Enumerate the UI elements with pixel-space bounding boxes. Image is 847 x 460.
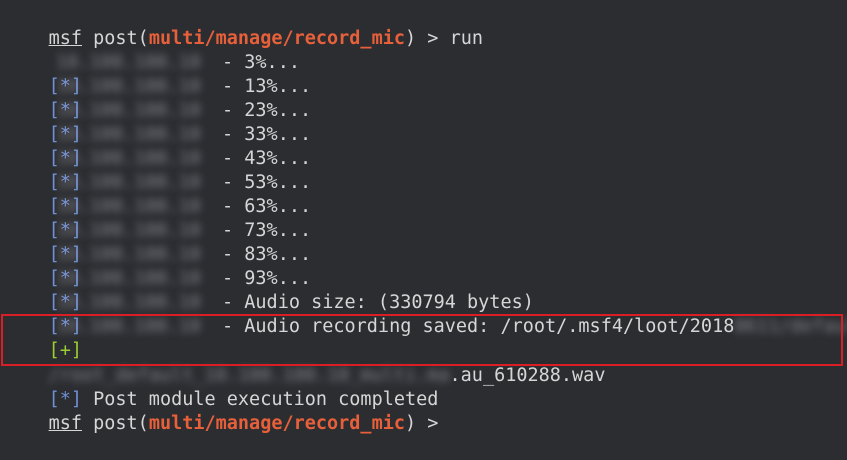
progress-text: - 83%... — [222, 244, 312, 265]
output-line: [*] 10.100.100.10 - 33%... — [4, 123, 312, 169]
prompt-line-final[interactable]: msf post(multi/manage/record_mic) > — [4, 388, 450, 434]
blurred-host: 10.100.100.10 — [56, 220, 201, 241]
prompt-post-open: post( — [81, 413, 149, 434]
progress-text: - 23%... — [222, 100, 312, 121]
blurred-host: 10.100.100.10 — [56, 268, 201, 289]
progress-text: - 53%... — [222, 172, 312, 193]
output-line: [*] 10.100.100.10 - 83%... — [4, 243, 312, 289]
blurred-host: 10.100.100.10 — [56, 172, 201, 193]
output-line: [*] 10.100.100.10 - 23%... — [4, 99, 312, 145]
output-line: [*] 10.100.100.10 - 13%... — [4, 75, 312, 121]
progress-text: - 43%... — [222, 148, 312, 169]
progress-text: - 33%... — [222, 124, 312, 145]
output-line: [*] 10.100.100.10 - 43%... — [4, 147, 312, 193]
prompt-module: multi/manage/record_mic — [148, 413, 405, 434]
audio-size-text: - Audio size: (330794 bytes) — [222, 292, 534, 313]
output-line: [*] 10.100.100.10 - 3%... — [4, 51, 300, 97]
progress-text: - 3%... — [222, 52, 300, 73]
progress-text: - 93%... — [222, 268, 312, 289]
blurred-host: 10.100.100.10 — [56, 148, 201, 169]
highlight-box — [1, 314, 843, 366]
blurred-host: 10.100.100.10 — [56, 124, 201, 145]
prompt-module: multi/manage/record_mic — [148, 28, 405, 49]
output-line: [*] 10.100.100.10 - 73%... — [4, 219, 312, 265]
saved-file-suffix: .au_610288.wav — [449, 365, 606, 386]
prompt-post-open: post( — [81, 28, 149, 49]
progress-text: - 13%... — [222, 76, 312, 97]
output-line: [*] 10.100.100.10 - 93%... — [4, 267, 312, 313]
terminal-window[interactable]: msf post(multi/manage/record_mic) > run … — [0, 0, 847, 434]
prompt-command: run — [449, 28, 483, 49]
blurred-host: 10.100.100.10 — [56, 100, 201, 121]
output-line: [*] 10.100.100.10 - 53%... — [4, 171, 312, 217]
blurred-host: 10.100.100.10 — [56, 52, 201, 73]
blurred-host: 10.100.100.10 — [56, 76, 201, 97]
prompt-post-close: ) > — [405, 413, 450, 434]
prompt-line-run: msf post(multi/manage/record_mic) > run — [4, 3, 483, 49]
output-line-completed: [*] Post module execution completed — [4, 364, 439, 410]
progress-text: - 73%... — [222, 220, 312, 241]
prompt-msf: msf — [48, 413, 82, 434]
blurred-host: 10.100.100.10 — [56, 244, 201, 265]
blurred-host: 10.100.100.10 — [56, 196, 201, 217]
prompt-msf: msf — [48, 28, 82, 49]
output-line-audio-size: [*] 10.100.100.10 - Audio size: (330794 … — [4, 291, 534, 337]
output-line: [*] 10.100.100.10 - 63%... — [4, 195, 312, 241]
prompt-post-close: ) > — [405, 28, 450, 49]
blurred-host: 10.100.100.10 — [56, 292, 201, 313]
progress-text: - 63%... — [222, 196, 312, 217]
